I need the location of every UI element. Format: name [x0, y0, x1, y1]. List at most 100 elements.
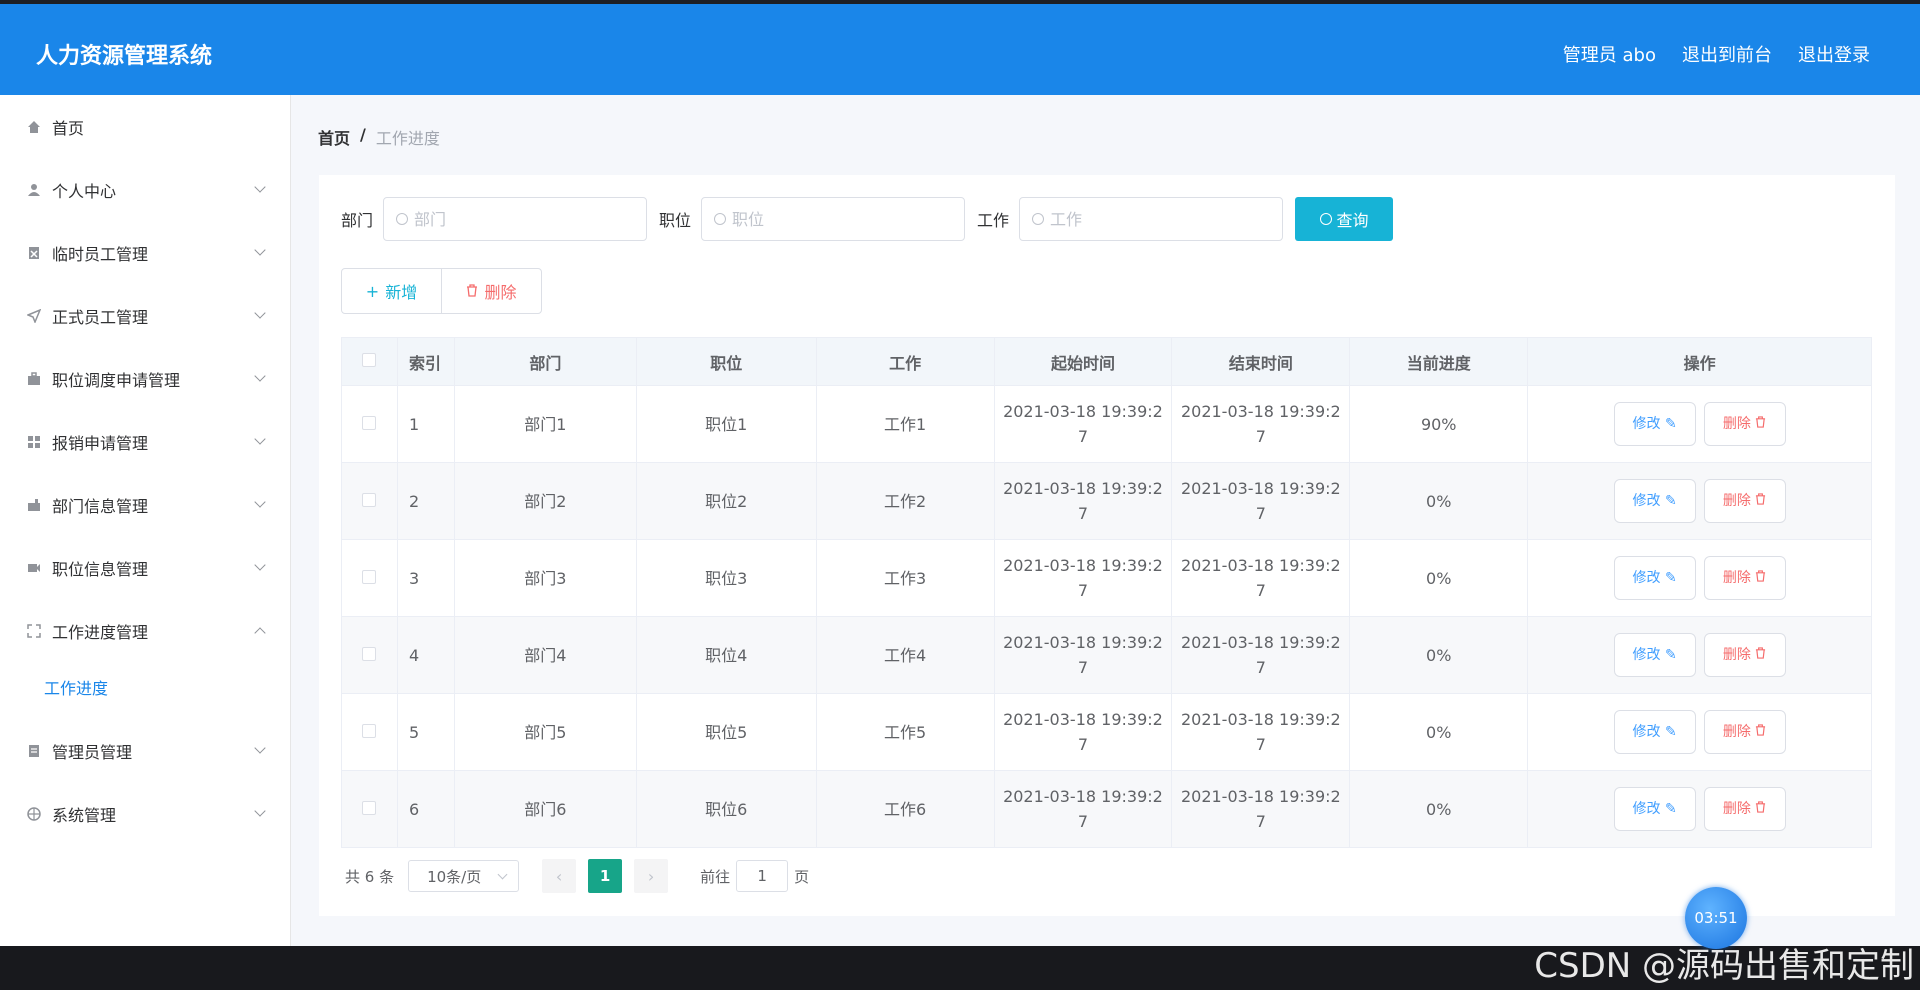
admin-user-label[interactable]: 管理员 abo	[1563, 41, 1656, 67]
end-time-line1: 2021-03-18 19:39:2	[1180, 479, 1341, 498]
row-checkbox[interactable]	[362, 800, 377, 815]
sidebar-item-temp-staff[interactable]: 临时员工管理	[0, 233, 290, 273]
top-links: 管理员 abo 退出到前台 退出登录	[1563, 41, 1870, 67]
sidebar: 首页 个人中心 临时员工管理 正式员工管理 职位调度申请管理 报销申请管理 部门…	[0, 95, 291, 946]
delete-button[interactable]: 删除	[1703, 633, 1786, 677]
sidebar-item-system[interactable]: 系统管理	[0, 794, 290, 834]
add-button[interactable]: + 新增	[341, 268, 442, 314]
table-row: 5 部门5 职位5 工作5 2021-03-18 19:39:2 7 2021-03-18 …	[341, 693, 1872, 771]
row-checkbox[interactable]	[362, 723, 377, 738]
dept-cell: 部门2	[453, 462, 637, 540]
work-search-input[interactable]	[1050, 209, 1251, 229]
dept-cell: 部门3	[453, 539, 637, 617]
row-checkbox[interactable]	[362, 415, 377, 430]
edit-button[interactable]: 修改 ✎	[1613, 633, 1696, 677]
pagination-total: 共 6 条	[345, 867, 395, 886]
back-to-front-link[interactable]: 退出到前台	[1682, 41, 1772, 67]
action-row: + 新增 删除	[341, 268, 542, 314]
delete-label: 删除	[1722, 646, 1751, 663]
table-row: 3 部门3 职位3 工作3 2021-03-18 19:39:2 7 2021-03-18 …	[341, 539, 1872, 617]
sidebar-item-home[interactable]: 首页	[0, 107, 290, 147]
column-header: 部门	[453, 337, 637, 386]
delete-button[interactable]: 删除	[1703, 479, 1786, 523]
sidebar-item-personal-center[interactable]: 个人中心	[0, 170, 290, 210]
end-time-line1: 2021-03-18 19:39:2	[1180, 402, 1341, 421]
sidebar-item-work-progress[interactable]: 工作进度管理	[0, 611, 290, 651]
sidebar-item-transfer-request[interactable]: 职位调度申请管理	[0, 359, 290, 399]
edit-icon: ✎	[1664, 646, 1677, 663]
sidebar-item-regular-staff[interactable]: 正式员工管理	[0, 296, 290, 336]
chevron-down-icon	[254, 181, 266, 193]
index-cell: 5	[396, 693, 455, 771]
select-all-checkbox[interactable]	[362, 353, 377, 367]
main-content: 首页 / 工作进度 部门 职位 工作 查询	[291, 95, 1920, 946]
chevron-down-icon	[254, 496, 266, 508]
delete-button[interactable]: 删除	[1703, 710, 1786, 754]
delete-button[interactable]: 删除	[1703, 402, 1786, 446]
index-cell: 6	[396, 770, 455, 848]
work-search-field[interactable]	[1019, 197, 1284, 241]
delete-button[interactable]: 删除	[1703, 787, 1786, 831]
edit-button[interactable]: 修改 ✎	[1613, 710, 1696, 754]
table-row: 4 部门4 职位4 工作4 2021-03-18 19:39:2 7 2021-03-18 …	[341, 616, 1872, 694]
sidebar-item-position-info[interactable]: 职位信息管理	[0, 548, 290, 588]
search-row: 部门 职位 工作 查询	[341, 197, 1394, 241]
end-time-cell: 2021-03-18 19:39:2 7	[1171, 385, 1351, 463]
progress-cell: 0%	[1349, 693, 1529, 771]
start-time-line1: 2021-03-18 19:39:2	[1003, 479, 1163, 498]
delete-label: 删除	[1722, 800, 1751, 817]
row-checkbox[interactable]	[362, 646, 377, 661]
query-button[interactable]: 查询	[1295, 197, 1394, 241]
breadcrumb-home[interactable]: 首页	[318, 125, 350, 149]
prev-page-button[interactable]: ‹	[542, 859, 577, 893]
row-checkbox[interactable]	[362, 492, 377, 507]
dept-cell: 部门5	[453, 693, 637, 771]
search-icon	[396, 213, 409, 225]
delete-label: 删除	[1722, 723, 1751, 740]
goto-page-input[interactable]: 1	[736, 860, 789, 892]
position-search-field[interactable]	[701, 197, 966, 241]
breadcrumb-separator: /	[360, 125, 366, 144]
end-time-line1: 2021-03-18 19:39:2	[1180, 710, 1341, 729]
sidebar-subitem-work-progress[interactable]: 工作进度	[44, 675, 108, 699]
dept-search-field[interactable]	[383, 197, 648, 241]
edit-button[interactable]: 修改 ✎	[1613, 479, 1696, 523]
edit-label: 修改	[1632, 800, 1661, 817]
next-page-button[interactable]: ›	[634, 859, 669, 893]
edit-icon: ✎	[1664, 569, 1677, 586]
start-time-line2: 7	[1077, 581, 1089, 600]
watermark: CSDN @源码出售和定制	[1534, 946, 1914, 986]
dept-cell: 部门1	[453, 385, 637, 463]
batch-delete-button[interactable]: 删除	[441, 268, 542, 314]
sidebar-item-dept-info[interactable]: 部门信息管理	[0, 485, 290, 525]
sidebar-item-admin[interactable]: 管理员管理	[0, 731, 290, 771]
table-header-row: 索引 部门 职位 工作 起始时间 结束时间 当前进度 操作	[341, 337, 1872, 386]
position-search-input[interactable]	[732, 209, 933, 229]
search-icon	[1032, 213, 1045, 225]
end-time-line1: 2021-03-18 19:39:2	[1180, 633, 1341, 652]
chevron-down-icon	[254, 559, 266, 571]
edit-label: 修改	[1632, 646, 1661, 663]
sidebar-item-reimbursement[interactable]: 报销申请管理	[0, 422, 290, 462]
edit-button[interactable]: 修改 ✎	[1613, 787, 1696, 831]
page-size-select[interactable]: 10条/页	[408, 860, 520, 892]
dept-search-input[interactable]	[414, 209, 615, 229]
work-label: 工作	[977, 211, 1010, 230]
index-cell: 1	[396, 385, 455, 463]
edit-button[interactable]: 修改 ✎	[1613, 556, 1696, 600]
edit-button[interactable]: 修改 ✎	[1613, 402, 1696, 446]
row-checkbox[interactable]	[362, 569, 377, 584]
sidebar-item-label: 职位调度申请管理	[52, 371, 181, 390]
batch-delete-label: 删除	[484, 283, 517, 302]
trash-icon	[1755, 566, 1766, 591]
delete-button[interactable]: 删除	[1703, 556, 1786, 600]
work-progress-table: 索引 部门 职位 工作 起始时间 结束时间 当前进度 操作 1 部门1 职位1 工作1…	[341, 337, 1872, 848]
end-time-line2: 7	[1255, 581, 1266, 600]
trash-icon	[466, 282, 478, 301]
page-number-1[interactable]: 1	[588, 859, 623, 893]
logout-link[interactable]: 退出登录	[1798, 41, 1870, 67]
start-time-cell: 2021-03-18 19:39:2 7	[993, 385, 1173, 463]
work-cell: 工作1	[815, 385, 995, 463]
globe-icon	[26, 806, 42, 822]
chevron-right-icon: ›	[647, 866, 655, 886]
